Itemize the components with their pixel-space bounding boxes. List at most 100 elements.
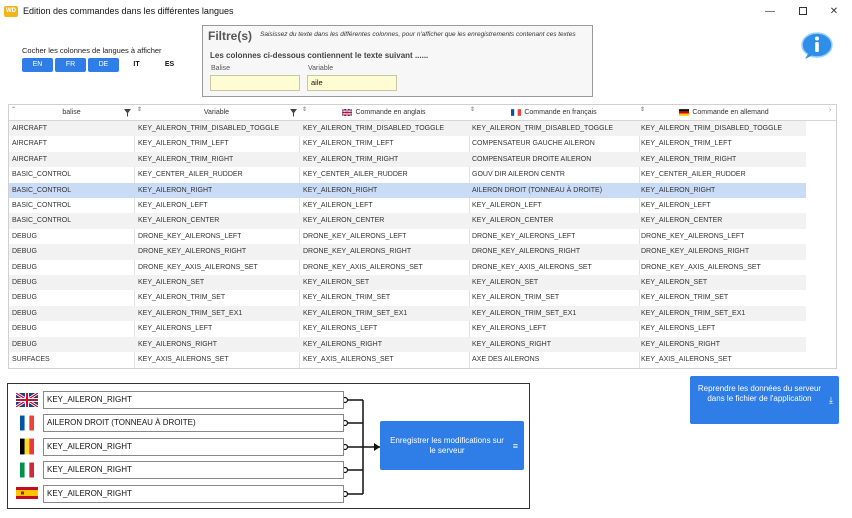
table-cell: KEY_AILERONS_LEFT — [138, 325, 213, 333]
table-cell: KEY_AILERON_TRIM_SET_EX1 — [472, 309, 577, 317]
commands-table: ⌃ balise ⇕ Variable ⇕ Commande en anglai… — [8, 104, 837, 369]
table-cell: KEY_AXIS_AILERONS_SET — [303, 356, 394, 363]
table-cell: KEY_AILERON_SET — [138, 279, 205, 286]
table-cell: DRONE_KEY_AXIS_AILERONS_SET — [641, 263, 761, 271]
table-row[interactable]: AIRCRAFT KEY_AILERON_TRIM_DISABLED_TOGGLE… — [9, 121, 806, 137]
table-row[interactable]: DEBUG DRONE_KEY_AXIS_AILERONS_SET DRONE_KE… — [9, 260, 806, 275]
table-cell: KEY_AILERONS_LEFT — [472, 325, 547, 333]
table-row[interactable]: BASIC_CONTROL KEY_AILERON_RIGHT KEY_AILERO… — [9, 182, 806, 198]
table-cell: KEY_AILERON_TRIM_DISABLED_TOGGLE — [472, 125, 614, 132]
lang-toggle-it[interactable]: IT — [121, 58, 152, 72]
table-cell: DRONE_KEY_AILERONS_LEFT — [472, 232, 576, 240]
table-row[interactable]: BASIC_CONTROL KEY_AILERON_LEFT KEY_AILERON… — [9, 198, 806, 213]
header-fr[interactable]: Commande en français — [469, 105, 639, 121]
table-cell: KEY_AILERON_LEFT — [138, 202, 208, 209]
table-cell: KEY_AILERON_CENTER — [303, 217, 385, 225]
lang-toggle-en[interactable]: EN — [22, 58, 53, 72]
lang-toggle-es[interactable]: ES — [154, 58, 185, 72]
france-flag-icon — [20, 415, 34, 431]
table-cell: DEBUG — [12, 325, 37, 333]
scroll-right-icon[interactable]: › — [829, 107, 831, 114]
info-icon[interactable] — [800, 32, 834, 60]
table-cell: KEY_AILERON_TRIM_DISABLED_TOGGLE — [303, 125, 445, 132]
uk-flag-icon — [342, 108, 353, 116]
balise-filter-input[interactable] — [210, 75, 300, 91]
table-cell: SURFACES — [12, 356, 50, 363]
table-row[interactable]: BASIC_CONTROL KEY_AILERON_CENTER KEY_AILER… — [9, 213, 806, 229]
minimize-button[interactable]: — — [754, 0, 786, 22]
header-de[interactable]: Commande en allemand — [639, 105, 809, 121]
table-cell: KEY_AILERON_RIGHT — [641, 186, 716, 194]
table-cell: KEY_AILERON_SET — [472, 279, 539, 286]
variable-filter-input[interactable]: aile — [307, 75, 397, 91]
table-cell: DEBUG — [12, 309, 37, 317]
reload-from-server-button[interactable]: Reprendre les données du serveur dans le… — [690, 376, 839, 424]
table-row[interactable]: DEBUG KEY_AILERON_TRIM_SET_EX1 KEY_AILERON… — [9, 305, 806, 322]
table-cell: KEY_AILERON_TRIM_SET — [641, 294, 729, 302]
menu-icon: ≡ — [512, 441, 518, 451]
table-cell: KEY_CENTER_AILER_RUDDER — [641, 171, 746, 179]
filter-title: Filtre(s) — [208, 29, 253, 43]
table-cell: DRONE_KEY_AXIS_AILERONS_SET — [472, 263, 592, 271]
table-cell: KEY_AILERON_SET — [303, 279, 370, 286]
table-row[interactable]: BASIC_CONTROL KEY_CENTER_AILER_RUDDER KEY_… — [9, 167, 806, 182]
save-to-server-button[interactable]: Enregistrer les modifications sur le ser… — [380, 421, 524, 470]
table-cell: DRONE_KEY_AXIS_AILERONS_SET — [138, 263, 258, 271]
table-cell: BASIC_CONTROL — [12, 186, 72, 194]
spanish-field[interactable]: KEY_AILERON_RIGHT — [43, 485, 344, 503]
table-row[interactable]: DEBUG KEY_AILERONS_LEFT KEY_AILERONS_LEFT K… — [9, 321, 806, 336]
app-icon: WD — [4, 5, 18, 17]
french-field[interactable]: AILERON DROIT (TONNEAU À DROITE) — [43, 414, 344, 432]
english-field[interactable]: KEY_AILERON_RIGHT — [43, 391, 344, 409]
close-button[interactable]: ✕ — [818, 0, 850, 22]
italian-field[interactable]: KEY_AILERON_RIGHT — [43, 461, 344, 479]
header-balise[interactable]: balise — [9, 105, 134, 121]
table-cell: DEBUG — [12, 340, 37, 348]
language-toggles: EN FR DE IT ES — [22, 58, 185, 72]
filter-funnel-icon[interactable] — [124, 109, 131, 117]
table-row[interactable]: DEBUG KEY_AILERONS_RIGHT KEY_AILERONS_RIGH… — [9, 336, 806, 352]
table-cell: KEY_AILERON_TRIM_LEFT — [138, 140, 229, 148]
table-cell: AIRCRAFT — [12, 155, 47, 163]
table-cell: KEY_AILERON_TRIM_SET — [303, 294, 391, 302]
table-cell: KEY_AILERON_TRIM_SET_EX1 — [303, 309, 408, 317]
table-cell: DRONE_KEY_AILERONS_RIGHT — [641, 248, 750, 256]
table-cell: DRONE_KEY_AILERONS_LEFT — [303, 232, 407, 240]
table-cell: KEY_CENTER_AILER_RUDDER — [138, 171, 243, 179]
table-cell: DEBUG — [12, 263, 37, 271]
german-field[interactable]: KEY_AILERON_RIGHT — [43, 438, 344, 456]
table-row[interactable]: AIRCRAFT KEY_AILERON_TRIM_LEFT KEY_AILERON… — [9, 136, 806, 151]
header-en[interactable]: Commande en anglais — [299, 105, 469, 121]
table-cell: KEY_AILERON_LEFT — [303, 202, 373, 209]
table-cell: DRONE_KEY_AILERONS_LEFT — [641, 232, 745, 240]
table-row[interactable]: AIRCRAFT KEY_AILERON_TRIM_RIGHT KEY_AILERO… — [9, 151, 806, 168]
title-bar: WD Edition des commandes dans les différ… — [0, 0, 852, 22]
table-cell: KEY_AILERON_TRIM_RIGHT — [641, 155, 737, 163]
table-cell: KEY_AILERONS_LEFT — [303, 325, 378, 333]
table-cell: KEY_AILERON_TRIM_SET_EX1 — [138, 309, 243, 317]
lang-toggle-fr[interactable]: FR — [55, 58, 86, 72]
table-cell: GOUV DIR AILERON CENTR — [472, 171, 565, 179]
table-cell: KEY_AILERONS_RIGHT — [138, 340, 217, 348]
table-row[interactable]: DEBUG DRONE_KEY_AILERONS_LEFT DRONE_KEY_AI… — [9, 229, 806, 244]
table-row[interactable]: SURFACES KEY_AXIS_AILERONS_SET KEY_AXIS_AI… — [9, 352, 806, 367]
italy-flag-icon — [20, 462, 34, 478]
table-cell: KEY_AILERON_TRIM_RIGHT — [138, 155, 234, 163]
table-row[interactable]: DEBUG DRONE_KEY_AILERONS_RIGHT DRONE_KEY_A… — [9, 244, 806, 260]
table-cell: AIRCRAFT — [12, 125, 47, 132]
table-row[interactable]: DEBUG KEY_AILERON_SET KEY_AILERON_SET KEY_A… — [9, 275, 806, 291]
lang-toggle-de[interactable]: DE — [88, 58, 119, 72]
table-cell: KEY_AILERON_CENTER — [641, 217, 723, 225]
filter-funnel-icon[interactable] — [290, 109, 297, 117]
table-row[interactable]: DEBUG KEY_AILERON_TRIM_SET KEY_AILERON_TRI… — [9, 290, 806, 305]
filter-description: Saisissez du texte dans les différentes … — [260, 31, 576, 38]
table-cell: DRONE_KEY_AILERONS_LEFT — [138, 232, 242, 240]
header-variable[interactable]: Variable — [134, 105, 299, 121]
table-cell: KEY_AILERON_TRIM_DISABLED_TOGGLE — [138, 125, 280, 132]
table-cell: AIRCRAFT — [12, 140, 47, 148]
maximize-button[interactable] — [787, 0, 819, 22]
table-cell: KEY_AILERON_SET — [641, 279, 708, 286]
table-cell: COMPENSATEUR DROITE AILERON — [472, 155, 592, 163]
table-cell: KEY_AILERON_TRIM_SET — [472, 294, 560, 302]
belgium-flag-icon — [20, 438, 34, 455]
